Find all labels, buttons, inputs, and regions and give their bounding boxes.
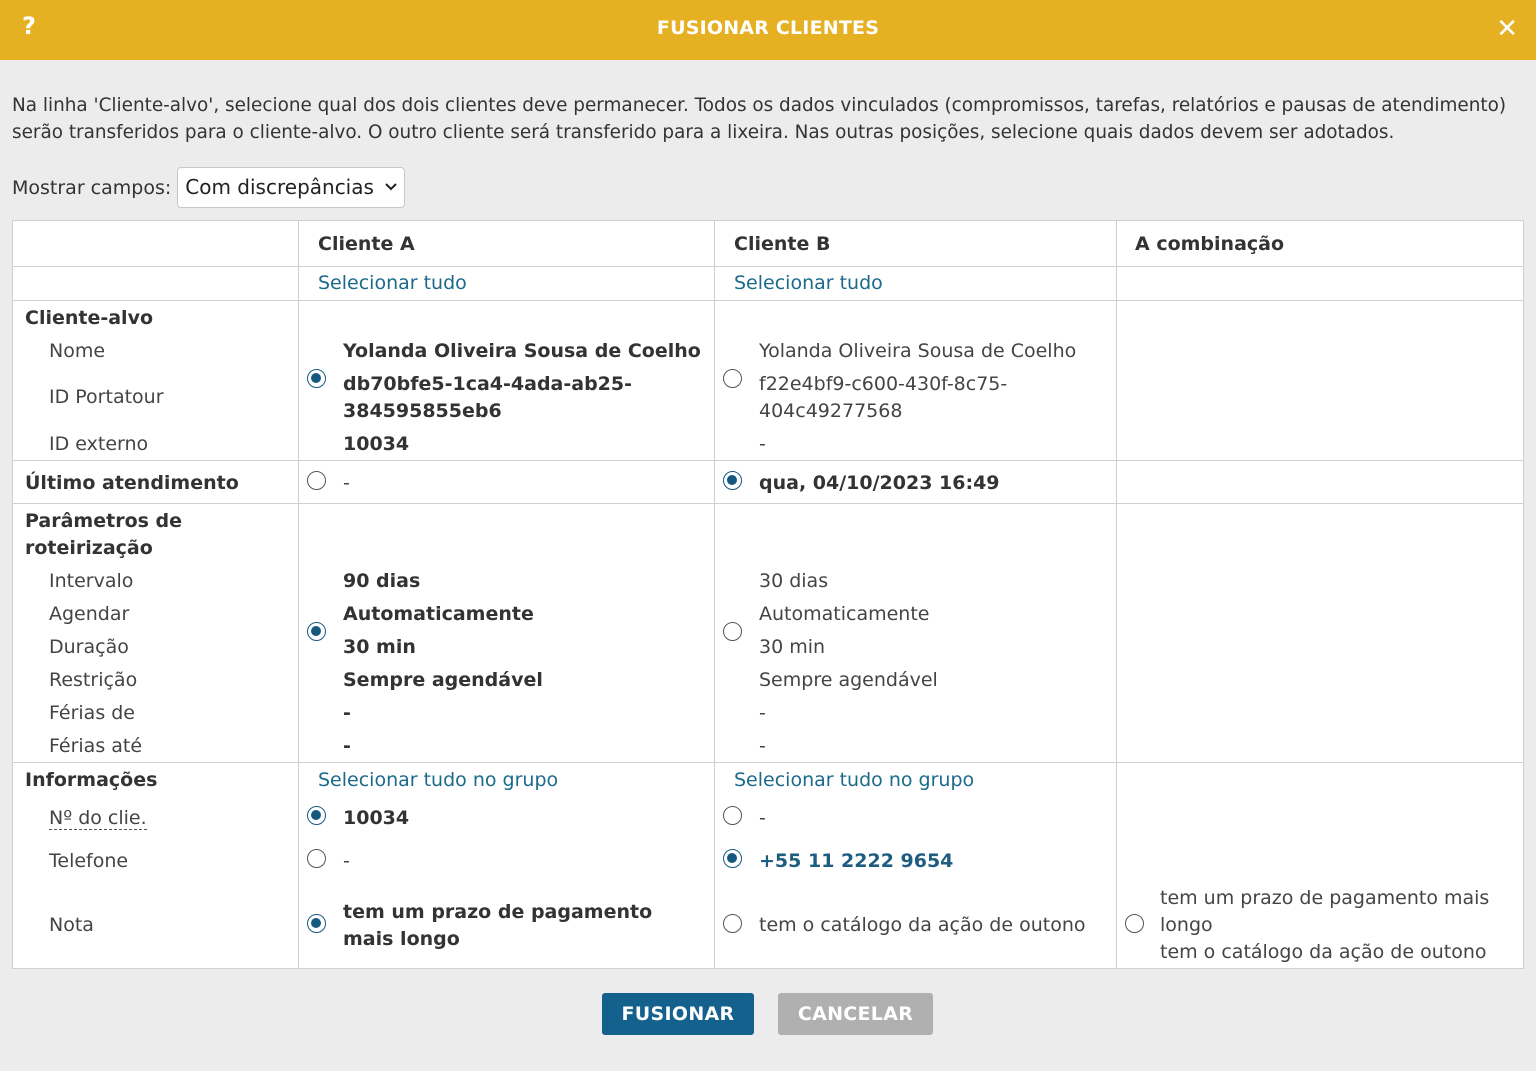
routing-a-vacation-to: - bbox=[343, 735, 351, 757]
routing-b-interval: 30 dias bbox=[759, 570, 829, 592]
divider bbox=[13, 266, 1523, 267]
fields-filter-value: Com discrepâncias bbox=[185, 175, 374, 199]
routing-a-restriction: Sempre agendável bbox=[343, 669, 543, 691]
client-no-b-radio[interactable] bbox=[723, 806, 742, 825]
column-header-client-a: Cliente A bbox=[318, 233, 415, 255]
client-no-label-text[interactable]: Nº do clie. bbox=[49, 807, 147, 830]
divider bbox=[714, 221, 715, 968]
client-no-b-value: - bbox=[759, 807, 766, 829]
phone-a-radio[interactable] bbox=[307, 849, 326, 868]
select-all-a-link[interactable]: Selecionar tudo bbox=[318, 270, 467, 297]
group-label-routing: Parâmetros de bbox=[25, 510, 183, 532]
divider bbox=[13, 460, 1523, 461]
note-b-value: tem o catálogo da ação de outono bbox=[759, 914, 1086, 936]
client-a-portatour-id: db70bfe5-1ca4-4ada-ab25- bbox=[343, 373, 633, 395]
note-b-radio[interactable] bbox=[723, 914, 742, 933]
field-label-portatour-id: ID Portatour bbox=[49, 386, 164, 408]
select-all-b-link[interactable]: Selecionar tudo bbox=[734, 270, 883, 297]
client-a-name: Yolanda Oliveira Sousa de Coelho bbox=[343, 340, 701, 362]
note-combination-value-2: tem o catálogo da ação de outono bbox=[1160, 941, 1487, 963]
group-label-target-client: Cliente-alvo bbox=[25, 307, 154, 329]
client-b-name: Yolanda Oliveira Sousa de Coelho bbox=[759, 340, 1077, 362]
divider bbox=[13, 300, 1523, 301]
phone-b-radio[interactable] bbox=[723, 849, 742, 868]
group-label-info: Informações bbox=[25, 769, 158, 791]
last-service-a-radio[interactable] bbox=[307, 471, 326, 490]
field-label-restriction: Restrição bbox=[49, 669, 138, 691]
select-group-a-link[interactable]: Selecionar tudo no grupo bbox=[318, 767, 558, 794]
cancel-button[interactable]: CANCELAR bbox=[778, 993, 933, 1035]
select-group-b-link[interactable]: Selecionar tudo no grupo bbox=[734, 767, 974, 794]
note-a-radio[interactable] bbox=[307, 914, 326, 933]
divider bbox=[13, 762, 1523, 763]
field-label-vacation-from: Férias de bbox=[49, 702, 136, 724]
client-b-portatour-id: f22e4bf9-c600-430f-8c75- bbox=[759, 373, 1008, 395]
filter-row: Mostrar campos: Com discrepâncias bbox=[12, 167, 406, 208]
group-label-last-service: Último atendimento bbox=[25, 472, 239, 494]
field-label-phone: Telefone bbox=[49, 850, 129, 872]
dialog-title: FUSIONAR CLIENTES bbox=[656, 17, 880, 39]
field-label-name: Nome bbox=[49, 340, 106, 362]
divider bbox=[298, 221, 299, 968]
dialog-titlebar: ? FUSIONAR CLIENTES ✕ bbox=[0, 0, 1536, 60]
fields-filter-select[interactable]: Com discrepâncias bbox=[177, 167, 406, 208]
client-a-external-id: 10034 bbox=[343, 433, 410, 455]
field-label-vacation-to: Férias até bbox=[49, 735, 143, 757]
filter-label: Mostrar campos: bbox=[12, 176, 172, 199]
merge-table: Cliente A Cliente B A combinação Selecio… bbox=[12, 220, 1524, 969]
client-no-a-radio[interactable] bbox=[307, 806, 326, 825]
client-b-external-id: - bbox=[759, 433, 766, 455]
last-service-a-value: - bbox=[343, 472, 350, 494]
routing-b-vacation-to: - bbox=[759, 735, 766, 757]
target-client-a-radio[interactable] bbox=[307, 369, 326, 388]
client-no-a-value: 10034 bbox=[343, 807, 410, 829]
field-label-schedule: Agendar bbox=[49, 603, 130, 625]
routing-a-vacation-from: - bbox=[343, 702, 351, 724]
routing-a-schedule: Automaticamente bbox=[343, 603, 534, 625]
divider bbox=[1116, 221, 1117, 968]
routing-b-duration: 30 min bbox=[759, 636, 826, 658]
column-header-combination: A combinação bbox=[1135, 233, 1285, 255]
column-header-client-b: Cliente B bbox=[734, 233, 831, 255]
target-client-b-radio[interactable] bbox=[723, 369, 742, 388]
divider bbox=[13, 503, 1523, 504]
routing-b-restriction: Sempre agendável bbox=[759, 669, 938, 691]
field-label-duration: Duração bbox=[49, 636, 129, 658]
routing-b-radio[interactable] bbox=[723, 622, 742, 641]
intro-text: Na linha 'Cliente-alvo', selecione qual … bbox=[12, 95, 1507, 143]
group-label-routing-cont: roteirização bbox=[25, 537, 153, 559]
note-combination-radio[interactable] bbox=[1125, 914, 1144, 933]
last-service-b-radio[interactable] bbox=[723, 471, 742, 490]
routing-a-interval: 90 dias bbox=[343, 570, 421, 592]
client-a-portatour-id-cont: 384595855eb6 bbox=[343, 400, 502, 422]
phone-b-value[interactable]: +55 11 2222 9654 bbox=[759, 848, 953, 875]
routing-b-schedule: Automaticamente bbox=[759, 603, 930, 625]
note-a-value: tem um prazo de pagamento mais longo bbox=[343, 901, 653, 950]
routing-b-vacation-from: - bbox=[759, 702, 766, 724]
last-service-b-value: qua, 04/10/2023 16:49 bbox=[759, 472, 1000, 494]
merge-button[interactable]: FUSIONAR bbox=[602, 993, 754, 1035]
chevron-down-icon bbox=[384, 168, 398, 223]
field-label-interval: Intervalo bbox=[49, 570, 134, 592]
field-label-external-id: ID externo bbox=[49, 433, 149, 455]
field-label-client-no: Nº do clie. bbox=[49, 805, 147, 832]
phone-a-value: - bbox=[343, 850, 350, 872]
routing-a-duration: 30 min bbox=[343, 636, 416, 658]
field-label-note: Nota bbox=[49, 914, 94, 936]
note-combination-value-1: tem um prazo de pagamento mais longo bbox=[1160, 887, 1490, 936]
close-icon[interactable]: ✕ bbox=[1496, 14, 1518, 44]
routing-a-radio[interactable] bbox=[307, 622, 326, 641]
client-b-portatour-id-cont: 404c49277568 bbox=[759, 400, 903, 422]
